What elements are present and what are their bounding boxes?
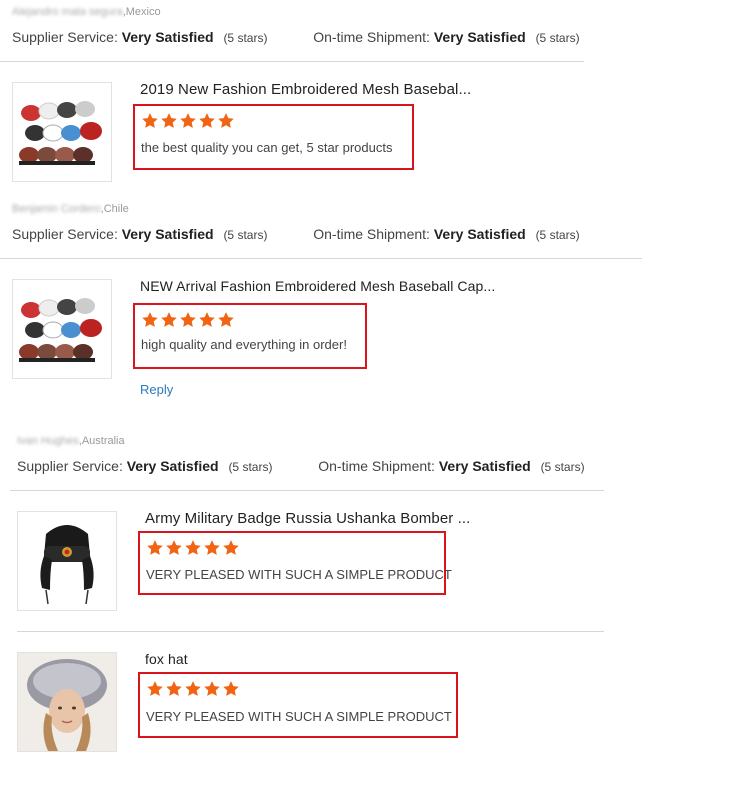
star-icon <box>166 681 182 696</box>
ontime-shipment-label: On-time Shipment: <box>313 29 430 45</box>
star-icon <box>180 312 196 327</box>
ontime-shipment-stars: (5 stars) <box>540 460 585 474</box>
review-highlight-box: the best quality you can get, 5 star pro… <box>133 104 414 170</box>
star-icon <box>161 312 177 327</box>
review-text: VERY PLEASED WITH SUCH A SIMPLE PRODUCT <box>146 709 452 724</box>
ontime-shipment-label: On-time Shipment: <box>313 226 430 242</box>
supplier-service-value: Very Satisfied <box>121 226 214 242</box>
buyer-country: ,Australia <box>78 435 125 447</box>
buyer-name: Alejandro mata segura <box>12 6 123 18</box>
star-icon <box>218 312 234 327</box>
star-icon <box>142 113 158 128</box>
seller-ratings: Supplier Service: Very Satisfied (5 star… <box>17 458 585 474</box>
fox-fur-hat-image <box>18 653 116 751</box>
buyer-info: Alejandro mata segura,Mexico <box>12 6 161 18</box>
supplier-service-stars: (5 stars) <box>228 460 273 474</box>
rating-stars <box>146 539 241 557</box>
rating-stars <box>141 112 236 130</box>
seller-ratings: Supplier Service: Very Satisfied (5 star… <box>12 29 580 45</box>
review-highlight-box: high quality and everything in order! <box>133 303 367 369</box>
star-icon <box>147 540 163 555</box>
supplier-service-label: Supplier Service: <box>12 226 118 242</box>
supplier-service-stars: (5 stars) <box>223 31 268 45</box>
divider <box>10 490 604 491</box>
star-icon <box>180 113 196 128</box>
star-icon <box>142 312 158 327</box>
star-icon <box>223 681 239 696</box>
ontime-shipment-stars: (5 stars) <box>535 228 580 242</box>
star-icon <box>204 681 220 696</box>
product-thumbnail[interactable] <box>12 279 112 379</box>
review-text: high quality and everything in order! <box>141 337 347 352</box>
review-highlight-box: VERY PLEASED WITH SUCH A SIMPLE PRODUCT <box>138 672 458 738</box>
star-icon <box>147 681 163 696</box>
star-icon <box>185 681 201 696</box>
reply-link[interactable]: Reply <box>140 382 173 397</box>
star-icon <box>223 540 239 555</box>
buyer-name: Benjamin Cordero <box>12 203 101 215</box>
buyer-name: Ivan Hughes <box>17 435 79 447</box>
ontime-shipment-value: Very Satisfied <box>433 226 526 242</box>
supplier-service-stars: (5 stars) <box>223 228 268 242</box>
baseball-caps-image <box>13 83 111 181</box>
star-icon <box>166 540 182 555</box>
review-text: the best quality you can get, 5 star pro… <box>141 140 393 155</box>
star-icon <box>199 312 215 327</box>
review-text: VERY PLEASED WITH SUCH A SIMPLE PRODUCT <box>146 567 452 582</box>
buyer-info: Benjamin Cordero,Chile <box>12 203 129 215</box>
star-icon <box>204 540 220 555</box>
divider <box>0 258 642 259</box>
star-icon <box>185 540 201 555</box>
product-title-link[interactable]: fox hat <box>145 651 188 667</box>
product-thumbnail[interactable] <box>12 82 112 182</box>
ontime-shipment-stars: (5 stars) <box>535 31 580 45</box>
product-thumbnail[interactable] <box>17 511 117 611</box>
seller-ratings: Supplier Service: Very Satisfied (5 star… <box>12 226 580 242</box>
star-icon <box>199 113 215 128</box>
buyer-info: Ivan Hughes,Australia <box>17 435 125 447</box>
ontime-shipment-value: Very Satisfied <box>438 458 531 474</box>
star-icon <box>161 113 177 128</box>
ontime-shipment-value: Very Satisfied <box>433 29 526 45</box>
ontime-shipment-label: On-time Shipment: <box>318 458 435 474</box>
divider <box>0 61 584 62</box>
buyer-country: ,Mexico <box>122 6 161 18</box>
rating-stars <box>146 680 241 698</box>
supplier-service-value: Very Satisfied <box>121 29 214 45</box>
supplier-service-label: Supplier Service: <box>12 29 118 45</box>
buyer-country: ,Chile <box>100 203 129 215</box>
review-highlight-box: VERY PLEASED WITH SUCH A SIMPLE PRODUCT <box>138 531 452 595</box>
product-title-link[interactable]: NEW Arrival Fashion Embroidered Mesh Bas… <box>140 278 495 294</box>
baseball-caps-image <box>13 280 111 378</box>
rating-stars <box>141 311 236 329</box>
product-title-link[interactable]: Army Military Badge Russia Ushanka Bombe… <box>145 510 470 527</box>
supplier-service-value: Very Satisfied <box>126 458 219 474</box>
product-title-link[interactable]: 2019 New Fashion Embroidered Mesh Baseba… <box>140 81 471 98</box>
divider <box>17 631 604 632</box>
ushanka-hat-image <box>18 512 116 610</box>
supplier-service-label: Supplier Service: <box>17 458 123 474</box>
star-icon <box>218 113 234 128</box>
product-thumbnail[interactable] <box>17 652 117 752</box>
